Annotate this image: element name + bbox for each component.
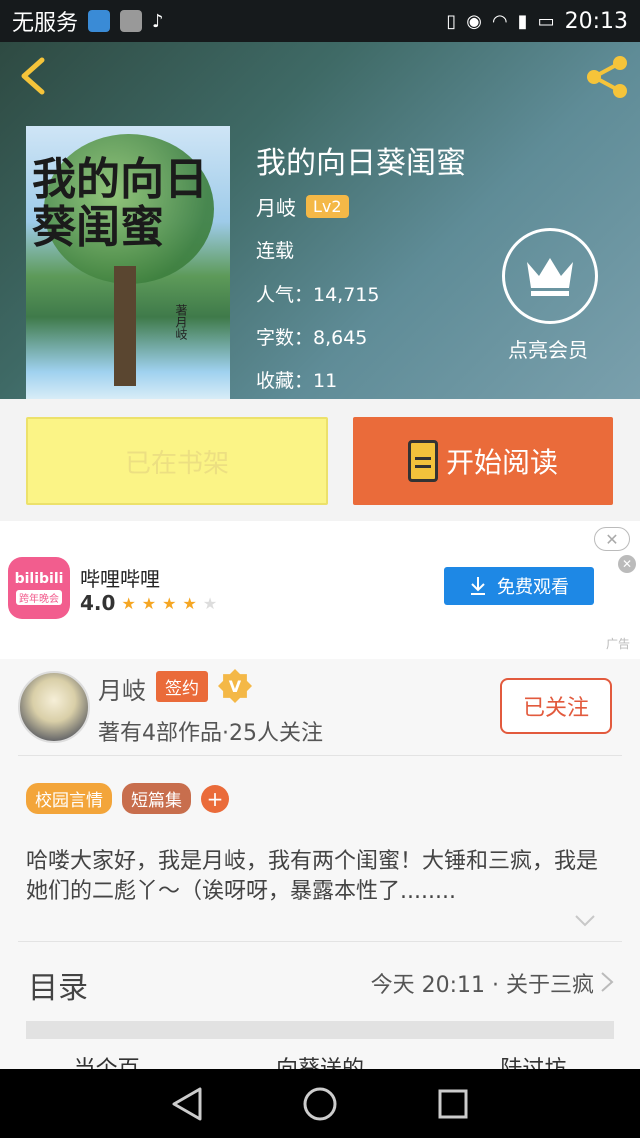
popularity: 人气：14,715 [256, 284, 380, 306]
rating-value: 4.0 [80, 591, 116, 615]
chapter-tab[interactable]: 陆过坊 [427, 1051, 640, 1082]
chevron-left-icon [21, 57, 45, 95]
author-card-name[interactable]: 月岐 [98, 671, 146, 706]
cover-author: 著月岐 [174, 304, 188, 340]
chevron-down-icon [575, 915, 595, 927]
add-tag-button[interactable]: + [201, 784, 229, 813]
start-reading-button[interactable]: 开始阅读 [353, 417, 613, 505]
nav-back-button[interactable] [165, 1082, 209, 1126]
tiktok-icon: ♪ [152, 10, 164, 32]
back-button[interactable] [16, 56, 52, 96]
chapter-tabs: 当个百 向葵送的 陆过坊 [0, 1051, 640, 1082]
author-row: 月岐 Lv2 [256, 192, 349, 221]
signed-badge: 签约 [156, 671, 208, 702]
book-title: 我的向日葵闺蜜 [256, 146, 466, 181]
download-icon [471, 577, 485, 595]
star-icon: ★ [162, 593, 177, 613]
status-bar: 无服务 ♪ ▯ ◉ ◠ ▮ ▭ 20:13 [0, 0, 640, 42]
ad-dismiss-icon[interactable]: ✕ [618, 555, 636, 573]
expand-button[interactable] [574, 913, 596, 927]
ad-app-name: 哔哩哔哩 [80, 567, 160, 591]
square-recents-icon [438, 1089, 468, 1118]
star-empty-icon: ★ [202, 593, 218, 613]
book-cover[interactable]: 我的向日葵闺蜜 著月岐 [26, 126, 230, 399]
ad-banner[interactable]: ✕ ✕ bilibili 跨年晚会 哔哩哔哩 4.0 ★ ★ ★ ★ ★ 免费观… [0, 521, 640, 659]
book-icon [407, 440, 438, 482]
logo-text: bilibili [14, 571, 64, 587]
divider [18, 755, 622, 756]
ad-cta-button[interactable]: 免费观看 [444, 567, 594, 605]
word-count: 字数：8,645 [256, 327, 368, 349]
logo-subtext: 跨年晚会 [16, 590, 62, 605]
chapter-tab[interactable]: 向葵送的 [213, 1051, 426, 1082]
share-button[interactable] [582, 54, 630, 100]
chapter-tab[interactable]: 当个百 [0, 1051, 213, 1082]
toc-title[interactable]: 目录 [28, 963, 88, 1007]
favorites-count: 收藏：11 [256, 370, 338, 392]
section-divider [26, 1021, 614, 1039]
tag-list: 校园言情 短篇集 + [26, 783, 229, 814]
author-card: 月岐 签约 V 著有4部作品·25人关注 已关注 校园言情 短篇集 + 哈喽大家… [0, 659, 640, 1082]
ad-close-button[interactable]: ✕ [594, 527, 630, 551]
cover-trunk [114, 266, 136, 386]
eye-icon: ◉ [466, 10, 482, 32]
divider [18, 941, 622, 942]
star-icon: ★ [182, 593, 197, 613]
vibrate-icon: ▯ [446, 10, 457, 32]
ad-rating: 4.0 ★ ★ ★ ★ ★ [80, 591, 217, 615]
triangle-back-icon [172, 1087, 202, 1120]
author-name[interactable]: 月岐 [256, 192, 296, 221]
clock: 20:13 [564, 8, 628, 34]
battery-icon: ▭ [537, 10, 555, 32]
location-icon [88, 10, 111, 32]
serial-status: 连载 [256, 240, 295, 262]
gallery-icon [120, 10, 143, 32]
share-icon [587, 56, 627, 98]
tag-short-collection[interactable]: 短篇集 [122, 783, 191, 814]
book-description[interactable]: 哈喽大家好，我是月岐，我有两个闺蜜！大锤和三疯，我是她们的二彪丫～（诶呀呀，暴露… [26, 847, 606, 907]
bilibili-logo: bilibili 跨年晚会 [8, 557, 70, 619]
on-shelf-button[interactable]: 已在书架 [26, 417, 328, 505]
tag-campus-romance[interactable]: 校园言情 [26, 783, 112, 814]
close-icon: ✕ [605, 529, 619, 549]
vip-button[interactable] [502, 228, 598, 324]
level-badge: Lv2 [306, 195, 349, 218]
chevron-right-icon [601, 972, 614, 992]
nav-recents-button[interactable] [431, 1082, 475, 1126]
avatar[interactable] [18, 671, 90, 743]
star-icon: ★ [121, 593, 136, 613]
verified-badge: V [218, 669, 252, 703]
circle-home-icon [303, 1087, 337, 1120]
carrier-text: 无服务 [12, 11, 79, 36]
sim-icon: ▮ [517, 10, 528, 32]
ad-label: 广告 [605, 637, 630, 651]
cover-title: 我的向日葵闺蜜 [32, 154, 208, 253]
action-bar: 已在书架 开始阅读 [0, 399, 640, 521]
start-reading-label: 开始阅读 [445, 446, 558, 479]
crown-icon [527, 258, 573, 296]
wifi-icon: ◠ [491, 10, 508, 32]
star-icon: ★ [141, 593, 157, 613]
ad-cta-label: 免费观看 [497, 577, 569, 598]
nav-home-button[interactable] [298, 1082, 342, 1126]
author-stats: 著有4部作品·25人关注 [98, 721, 323, 746]
toc-latest-chapter[interactable]: 今天 20:11 · 关于三疯 [371, 967, 594, 999]
follow-button[interactable]: 已关注 [500, 678, 612, 734]
system-nav-bar [0, 1069, 640, 1138]
toc-chevron[interactable] [600, 971, 614, 993]
book-header: 我的向日葵闺蜜 著月岐 我的向日葵闺蜜 月岐 Lv2 连载 人气：14,715 … [0, 42, 640, 399]
vip-label[interactable]: 点亮会员 [508, 334, 588, 363]
